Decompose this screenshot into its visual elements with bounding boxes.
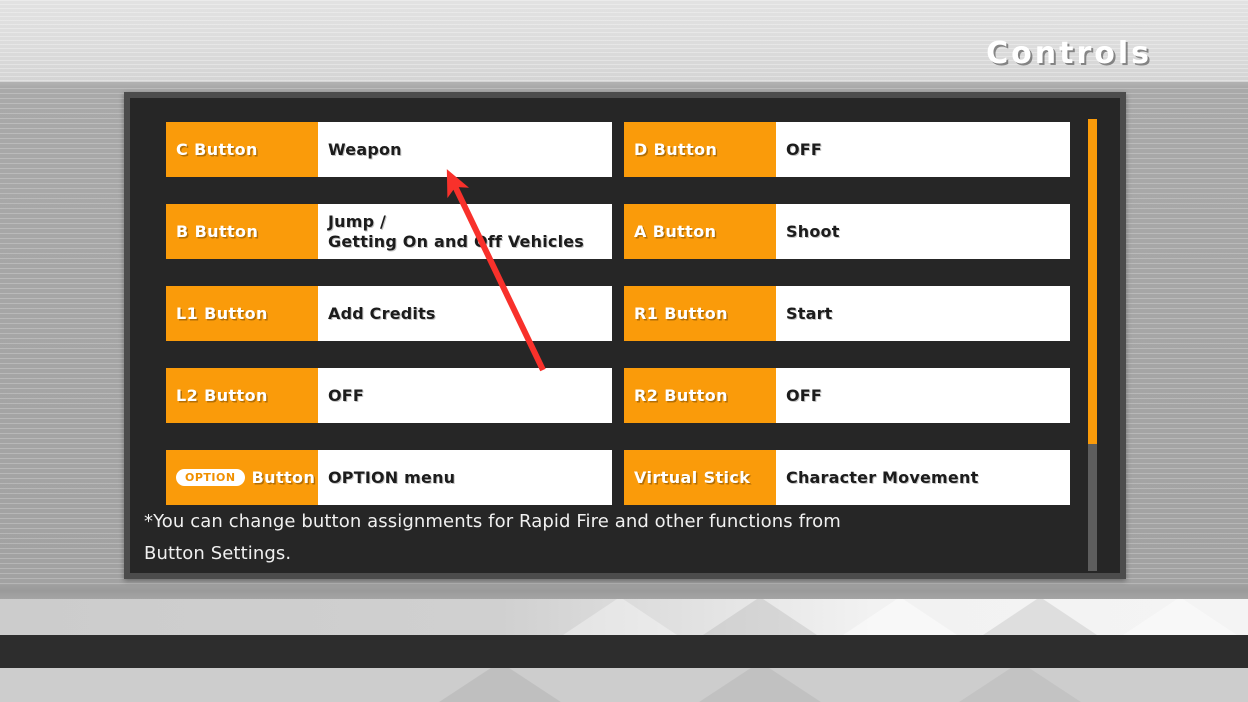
- control-value: Add Credits: [328, 303, 436, 323]
- controls-panel: C Button Weapon D Button OFF B Button Ju…: [124, 92, 1126, 579]
- control-label: L2 Button: [166, 368, 318, 423]
- control-value: Character Movement: [786, 467, 979, 487]
- control-entry-virtual-stick[interactable]: Virtual Stick Character Movement: [624, 450, 1070, 505]
- control-value: OFF: [786, 385, 823, 405]
- background-bottom-band: [0, 668, 1248, 702]
- control-row: C Button Weapon D Button OFF: [166, 122, 1072, 177]
- control-row: L1 Button Add Credits R1 Button Start: [166, 286, 1072, 341]
- footnote: *You can change button assignments for R…: [144, 506, 1074, 572]
- option-badge-icon: OPTION: [176, 469, 245, 486]
- control-value: OPTION menu: [328, 467, 456, 487]
- control-row: OPTION Button OPTION menu Virtual Stick …: [166, 450, 1072, 505]
- background-chevron-band: [0, 599, 1248, 635]
- control-value: Start: [786, 303, 833, 323]
- control-entry-b-button[interactable]: B Button Jump / Getting On and Off Vehic…: [166, 204, 612, 259]
- footnote-line-1: *You can change button assignments for R…: [144, 510, 841, 532]
- control-value: OFF: [328, 385, 365, 405]
- scrollbar-thumb[interactable]: [1088, 119, 1097, 445]
- control-value: Weapon: [328, 139, 402, 159]
- control-entry-d-button[interactable]: D Button OFF: [624, 122, 1070, 177]
- control-entry-l2-button[interactable]: L2 Button OFF: [166, 368, 612, 423]
- control-entry-c-button[interactable]: C Button Weapon: [166, 122, 612, 177]
- control-value-line2: Getting On and Off Vehicles: [328, 231, 585, 251]
- control-entry-r2-button[interactable]: R2 Button OFF: [624, 368, 1070, 423]
- control-label: C Button: [166, 122, 318, 177]
- control-label: R2 Button: [624, 368, 776, 423]
- control-label: A Button: [624, 204, 776, 259]
- control-label: D Button: [624, 122, 776, 177]
- control-label: OPTION Button: [166, 450, 318, 505]
- control-label: R1 Button: [624, 286, 776, 341]
- control-value: Shoot: [786, 221, 840, 241]
- control-entry-l1-button[interactable]: L1 Button Add Credits: [166, 286, 612, 341]
- control-value-line1: Jump /: [328, 211, 387, 231]
- control-row: B Button Jump / Getting On and Off Vehic…: [166, 204, 1072, 259]
- control-entry-r1-button[interactable]: R1 Button Start: [624, 286, 1070, 341]
- page-title: Controls: [986, 36, 1152, 71]
- scrollbar-track[interactable]: [1088, 119, 1097, 571]
- control-label: B Button: [166, 204, 318, 259]
- control-entry-option-button[interactable]: OPTION Button OPTION menu: [166, 450, 612, 505]
- controls-panel-inner: C Button Weapon D Button OFF B Button Ju…: [130, 98, 1120, 573]
- background-lower-band: [0, 585, 1248, 599]
- footnote-line-2: Button Settings.: [144, 543, 292, 565]
- control-value: OFF: [786, 139, 823, 159]
- control-row: L2 Button OFF R2 Button OFF: [166, 368, 1072, 423]
- control-label: Virtual Stick: [624, 450, 776, 505]
- control-entry-a-button[interactable]: A Button Shoot: [624, 204, 1070, 259]
- game-screen: Controls C Button Weapon D Button OFF B …: [0, 0, 1248, 702]
- control-label-text: Button: [251, 468, 316, 487]
- background-dark-bar: [0, 635, 1248, 668]
- control-value: Jump / Getting On and Off Vehicles: [318, 204, 612, 259]
- controls-list: C Button Weapon D Button OFF B Button Ju…: [166, 122, 1072, 505]
- control-label: L1 Button: [166, 286, 318, 341]
